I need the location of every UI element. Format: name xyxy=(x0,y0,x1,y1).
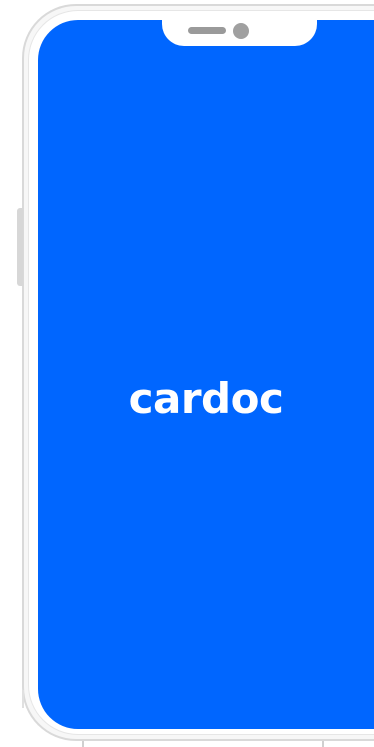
speaker-grille xyxy=(188,27,226,34)
splash-screen: cardoc xyxy=(38,20,374,729)
bottom-frame-tick-right xyxy=(322,741,324,747)
side-volume-button xyxy=(17,208,23,286)
bottom-frame-tick-left xyxy=(82,741,84,747)
front-camera-icon xyxy=(233,23,249,39)
app-logo: cardoc xyxy=(128,374,284,423)
frame-edge-detail xyxy=(22,690,24,708)
